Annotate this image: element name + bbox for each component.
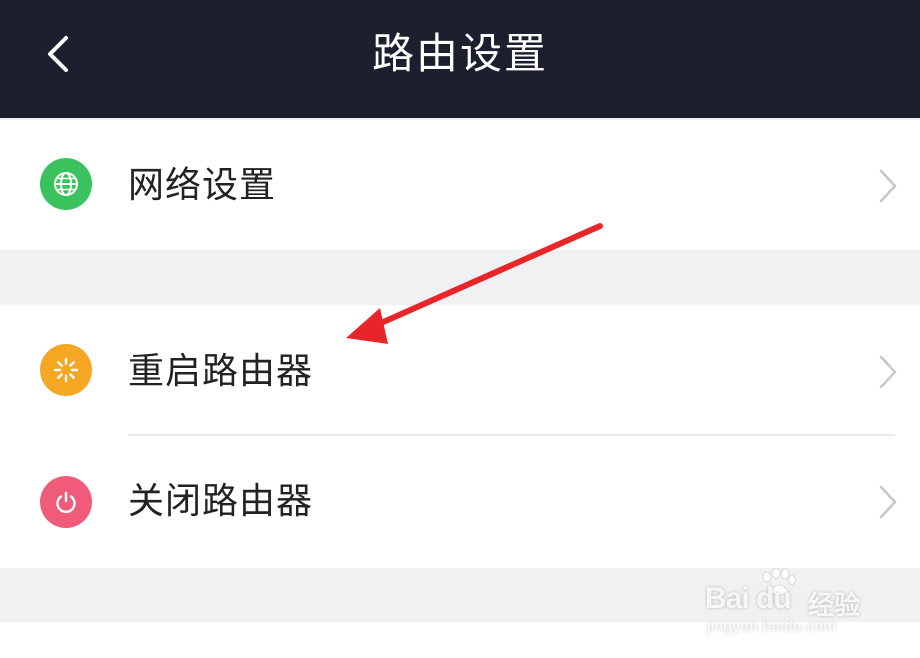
shutdown-router-label: 关闭路由器 [128,481,314,522]
network-settings-label: 网络设置 [128,165,277,206]
page-title: 路由设置 [371,29,548,78]
baidu-jingyan-watermark: Bai du 经验 jingyan.baidu.com [705,568,870,638]
watermark-brand: Bai du [705,582,792,615]
watermark-url: jingyan.baidu.com [707,618,837,635]
restart-spinner-icon [40,344,92,396]
chevron-right-icon [879,355,897,389]
chevron-right-icon [879,169,897,203]
chevron-right-icon [879,485,897,519]
settings-group-router-power: 重启路由器 关闭路由器 [0,305,920,568]
shutdown-router-row[interactable]: 关闭路由器 [0,436,920,568]
restart-router-row[interactable]: 重启路由器 [0,305,920,436]
power-icon [40,476,92,528]
settings-group-network: 网络设置 [0,120,920,250]
restart-router-label: 重启路由器 [128,351,314,392]
globe-icon [40,158,92,210]
network-settings-row[interactable]: 网络设置 [0,120,920,250]
top-bar: 路由设置 [0,0,920,118]
watermark-suffix: 经验 [808,591,861,621]
